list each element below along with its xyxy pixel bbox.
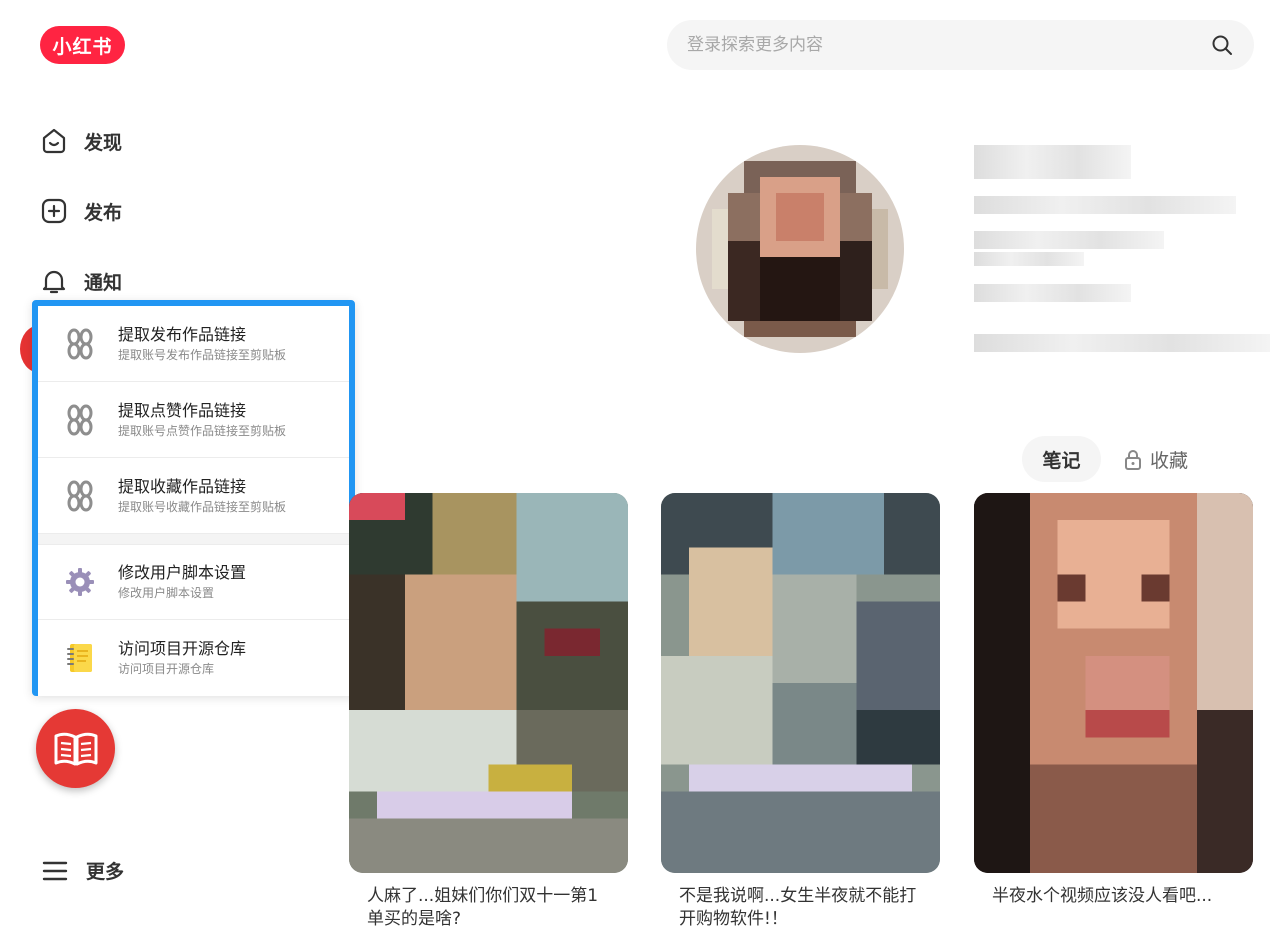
- note-title: 人麻了...姐妹们你们双十一第1单买的是啥?: [367, 886, 599, 928]
- nav-discover-label: 发现: [84, 131, 123, 154]
- lock-icon: [1125, 449, 1141, 470]
- notebook-icon: [62, 640, 98, 676]
- note-card[interactable]: 不是我说啊...女生半夜就不能打开购物软件!！: [661, 493, 940, 928]
- nav-more-label: 更多: [86, 861, 125, 883]
- menu-item-extract-published[interactable]: 提取发布作品链接 提取账号发布作品链接至剪贴板: [38, 306, 349, 382]
- chain-link-icon: [62, 478, 98, 514]
- menu-item-title: 提取收藏作品链接: [118, 476, 247, 496]
- note-cover-pixelated: [349, 493, 628, 873]
- nav-more[interactable]: 更多: [42, 857, 124, 884]
- bell-icon: [42, 270, 66, 294]
- xiaohongshu-logo[interactable]: 小红书: [40, 26, 125, 64]
- menu-item-title: 提取发布作品链接: [118, 324, 247, 344]
- nav-notify-label: 通知: [84, 271, 123, 294]
- menu-item-extract-favorites[interactable]: 提取收藏作品链接 提取账号收藏作品链接至剪贴板: [38, 458, 349, 534]
- home-icon: [42, 128, 66, 154]
- note-title: 不是我说啊...女生半夜就不能打开购物软件!！: [679, 886, 917, 928]
- plus-square-icon: [41, 198, 67, 224]
- menu-item-settings[interactable]: 修改用户脚本设置 修改用户脚本设置: [38, 544, 349, 620]
- menu-item-subtitle: 提取账号发布作品链接至剪贴板: [118, 347, 287, 362]
- nav-publish-label: 发布: [84, 201, 123, 224]
- gear-icon: [62, 564, 98, 600]
- note-card[interactable]: 人麻了...姐妹们你们双十一第1单买的是啥?: [349, 493, 628, 928]
- search-icon[interactable]: [1210, 33, 1234, 57]
- menu-item-title: 访问项目开源仓库: [118, 639, 247, 658]
- menu-item-title: 提取点赞作品链接: [118, 400, 247, 420]
- note-cover-pixelated: [661, 493, 940, 873]
- nav-discover[interactable]: 发现: [40, 124, 122, 158]
- note-cover-pixelated: [974, 493, 1253, 873]
- search-bar[interactable]: [667, 20, 1254, 70]
- tab-favorites[interactable]: 收藏: [1124, 446, 1188, 473]
- search-input[interactable]: [687, 35, 1210, 55]
- menu-item-subtitle: 提取账号收藏作品链接至剪贴板: [118, 499, 287, 514]
- menu-item-subtitle: 修改用户脚本设置: [118, 586, 215, 600]
- menu-item-subtitle: 提取账号点赞作品链接至剪贴板: [118, 423, 287, 438]
- open-book-icon: [54, 732, 97, 765]
- user-avatar-pixelated[interactable]: [696, 145, 904, 353]
- menu-icon: [42, 861, 68, 880]
- chain-link-icon: [62, 402, 98, 438]
- script-menu-fab[interactable]: [36, 709, 115, 788]
- script-popup-menu: 提取发布作品链接 提取账号发布作品链接至剪贴板 提取点赞作品链接 提取账号点赞作…: [32, 300, 355, 696]
- nav-publish[interactable]: 发布: [40, 194, 122, 228]
- note-card[interactable]: 半夜水个视频应该没人看吧...: [974, 493, 1253, 908]
- note-title: 半夜水个视频应该没人看吧...: [992, 886, 1213, 906]
- menu-item-subtitle: 访问项目开源仓库: [118, 662, 215, 676]
- chain-link-icon: [62, 326, 98, 362]
- menu-item-repo[interactable]: 访问项目开源仓库 访问项目开源仓库: [38, 620, 349, 696]
- tab-notes[interactable]: 笔记: [1022, 436, 1101, 482]
- menu-item-extract-liked[interactable]: 提取点赞作品链接 提取账号点赞作品链接至剪贴板: [38, 382, 349, 458]
- tab-favorites-label: 收藏: [1150, 450, 1189, 472]
- menu-item-title: 修改用户脚本设置: [118, 563, 247, 582]
- nav-notify[interactable]: 通知: [40, 264, 122, 298]
